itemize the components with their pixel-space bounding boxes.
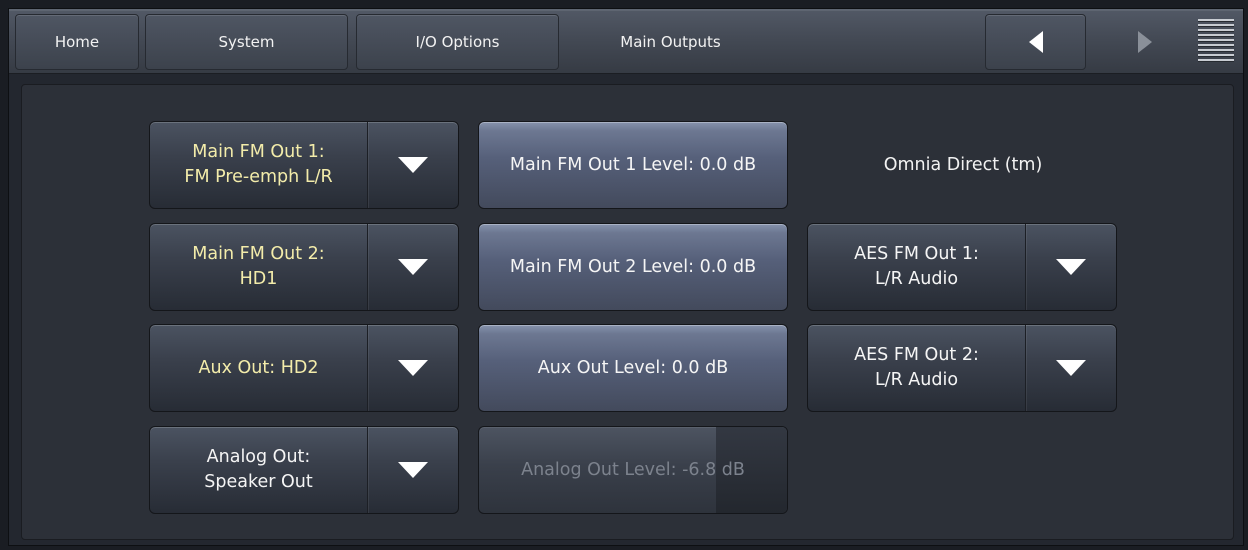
analog-out-dropdown[interactable]: Analog Out: Speaker Out: [149, 426, 459, 514]
chevron-down-icon: [368, 427, 458, 513]
main-fm-out-1-label: Main FM Out 1: FM Pre-emph L/R: [150, 122, 368, 208]
menu-icon[interactable]: [1198, 19, 1234, 65]
chevron-down-icon: [1026, 224, 1116, 310]
aes-fm-out-2-dropdown[interactable]: AES FM Out 2: L/R Audio: [807, 324, 1117, 412]
app-window: Home System I/O Options Main Outputs Mai…: [8, 8, 1244, 546]
main-fm-out-2-dropdown[interactable]: Main FM Out 2: HD1: [149, 223, 459, 311]
chevron-down-icon: [368, 224, 458, 310]
forward-button[interactable]: [1094, 14, 1195, 70]
omnia-direct-label: Omnia Direct (tm): [883, 155, 1043, 175]
tab-home[interactable]: Home: [15, 14, 139, 70]
chevron-down-icon: [1026, 325, 1116, 411]
aes-fm-out-2-label: AES FM Out 2: L/R Audio: [808, 325, 1026, 411]
analog-out-level-label: Analog Out Level: -6.8 dB: [521, 460, 745, 480]
main-outputs-panel: Main FM Out 1: FM Pre-emph L/R Main FM O…: [21, 84, 1234, 540]
back-arrow-icon: [1028, 31, 1043, 53]
analog-out-level-button: Analog Out Level: -6.8 dB: [478, 426, 788, 514]
aes-fm-out-1-dropdown[interactable]: AES FM Out 1: L/R Audio: [807, 223, 1117, 311]
main-fm-out-1-dropdown[interactable]: Main FM Out 1: FM Pre-emph L/R: [149, 121, 459, 209]
main-fm-out-2-label: Main FM Out 2: HD1: [150, 224, 368, 310]
main-fm-out-2-level-button[interactable]: Main FM Out 2 Level: 0.0 dB: [478, 223, 788, 311]
back-button[interactable]: [985, 14, 1086, 70]
aux-out-label: Aux Out: HD2: [150, 325, 368, 411]
tab-io-options[interactable]: I/O Options: [356, 14, 559, 70]
breadcrumb-current-page: Main Outputs: [620, 33, 721, 51]
aux-out-dropdown[interactable]: Aux Out: HD2: [149, 324, 459, 412]
main-fm-out-1-level-button[interactable]: Main FM Out 1 Level: 0.0 dB: [478, 121, 788, 209]
analog-out-label: Analog Out: Speaker Out: [150, 427, 368, 513]
tab-system[interactable]: System: [145, 14, 348, 70]
forward-arrow-icon: [1137, 31, 1152, 53]
aux-out-level-button[interactable]: Aux Out Level: 0.0 dB: [478, 324, 788, 412]
chevron-down-icon: [368, 122, 458, 208]
aes-fm-out-1-label: AES FM Out 1: L/R Audio: [808, 224, 1026, 310]
top-nav-bar: Home System I/O Options Main Outputs: [9, 9, 1243, 74]
chevron-down-icon: [368, 325, 458, 411]
